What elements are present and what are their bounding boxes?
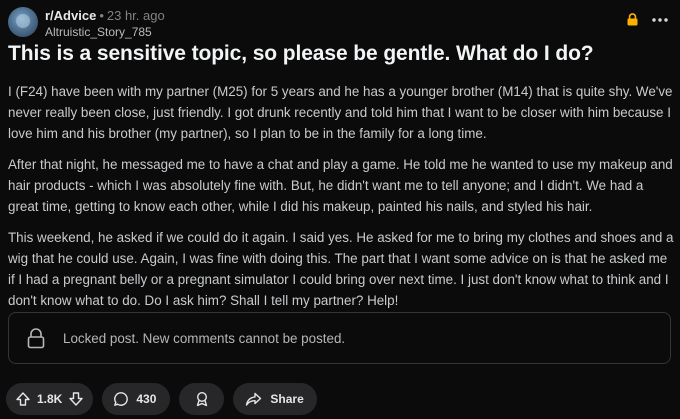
comment-icon xyxy=(113,391,129,407)
upvote-icon[interactable] xyxy=(15,391,31,407)
downvote-icon[interactable] xyxy=(68,391,84,407)
body-paragraph: I (F24) have been with my partner (M25) … xyxy=(8,84,673,141)
share-label: Share xyxy=(270,392,304,406)
comment-count: 430 xyxy=(136,392,157,406)
more-options-icon[interactable] xyxy=(652,17,668,22)
post-meta: r/Advice • 23 hr. ago xyxy=(45,8,165,23)
body-paragraph: This weekend, he asked if we could do it… xyxy=(8,230,674,308)
post-title[interactable]: This is a sensitive topic, so please be … xyxy=(8,41,676,67)
meta-separator: • xyxy=(99,8,104,23)
post-body: I (F24) have been with my partner (M25) … xyxy=(8,81,676,321)
post-timestamp: 23 hr. ago xyxy=(106,8,165,23)
post-actions: 1.8K 430 Share xyxy=(6,383,317,415)
comments-button[interactable]: 430 xyxy=(102,383,171,415)
award-icon xyxy=(194,391,210,407)
locked-post-notice: Locked post. New comments cannot be post… xyxy=(8,312,671,364)
author-link[interactable]: Altruistic_Story_785 xyxy=(45,25,152,39)
subreddit-link[interactable]: r/Advice xyxy=(45,8,96,23)
subreddit-avatar[interactable] xyxy=(8,7,38,37)
lock-icon xyxy=(627,13,638,26)
vote-control: 1.8K xyxy=(6,383,94,415)
vote-count: 1.8K xyxy=(37,392,63,406)
share-icon xyxy=(245,391,262,407)
post-header: r/Advice • 23 hr. ago Altruistic_Story_785 xyxy=(8,5,668,39)
locked-notice-text: Locked post. New comments cannot be post… xyxy=(63,330,346,346)
share-button[interactable]: Share xyxy=(233,383,317,415)
award-button[interactable] xyxy=(179,383,225,415)
lock-icon xyxy=(25,327,47,349)
body-paragraph: After that night, he messaged me to have… xyxy=(8,157,673,214)
